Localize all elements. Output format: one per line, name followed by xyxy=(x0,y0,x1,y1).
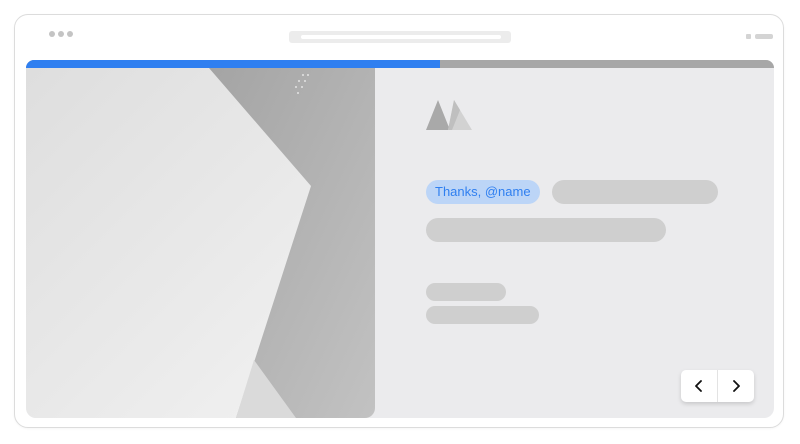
message-panel: Thanks, @name xyxy=(375,68,774,418)
text-placeholder-line xyxy=(426,283,506,301)
window-dot xyxy=(49,31,55,37)
browser-menu-icon[interactable] xyxy=(746,34,773,39)
progress-bar xyxy=(26,60,774,68)
slide-viewport: Thanks, @name xyxy=(26,60,774,418)
window-controls-icon xyxy=(49,31,73,37)
text-placeholder-line xyxy=(426,306,539,324)
mention-tag: Thanks, @name xyxy=(426,180,540,204)
text-placeholder-line xyxy=(552,180,718,204)
menu-square xyxy=(746,34,751,39)
hero-image xyxy=(26,68,375,418)
chevron-left-icon xyxy=(695,380,702,392)
next-button[interactable] xyxy=(718,370,754,402)
previous-button[interactable] xyxy=(681,370,717,402)
address-bar[interactable] xyxy=(289,31,511,43)
slide-navigation xyxy=(681,370,754,402)
text-placeholder-line xyxy=(426,218,666,242)
window-dot xyxy=(67,31,73,37)
mountain-logo-icon xyxy=(426,100,472,130)
address-bar-placeholder xyxy=(301,35,501,39)
window-dot xyxy=(58,31,64,37)
chevron-right-icon xyxy=(733,380,740,392)
progress-fill xyxy=(26,60,440,68)
menu-line xyxy=(755,34,773,39)
